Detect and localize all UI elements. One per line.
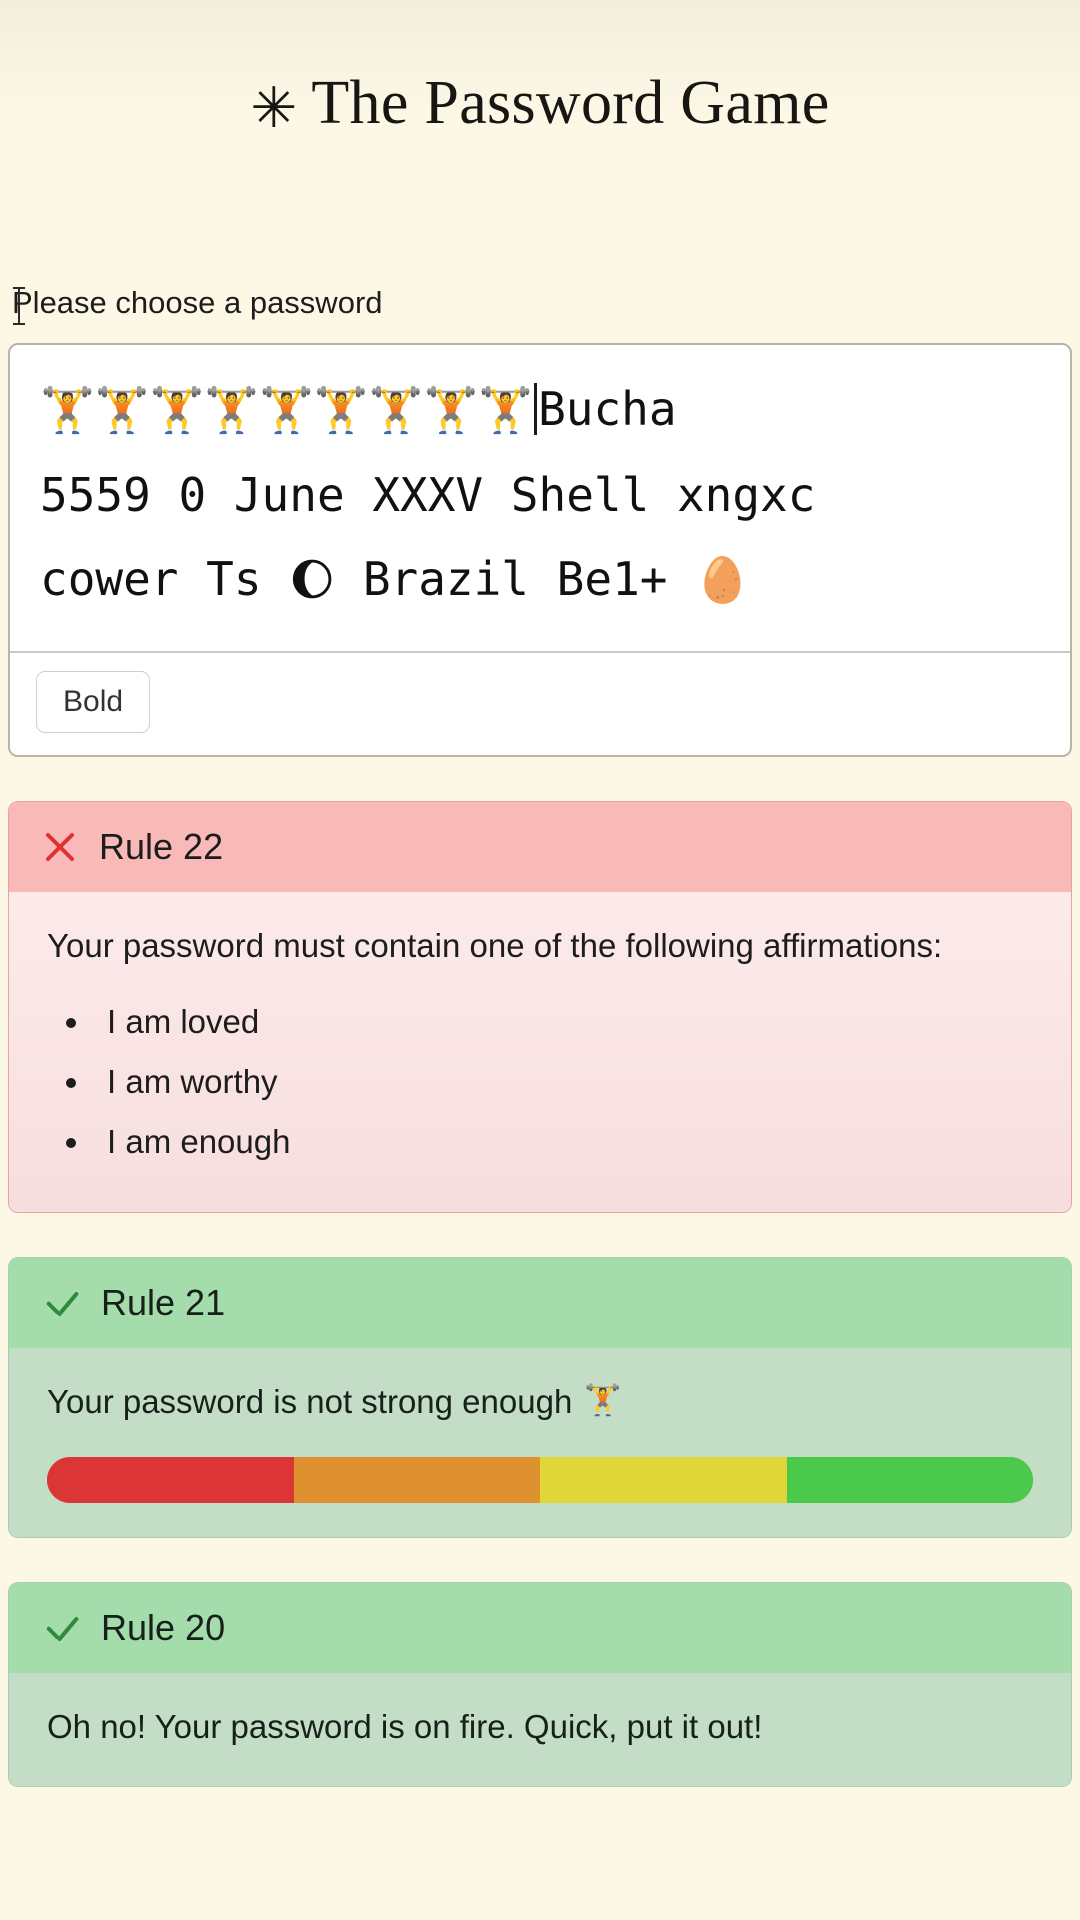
list-item: I am loved: [93, 997, 1033, 1047]
strength-segment-strong: [786, 1456, 1033, 1503]
password-input[interactable]: 🏋️🏋️🏋️🏋️🏋️🏋️🏋️🏋️🏋️ Bucha 5559 0 June XXXV…: [10, 345, 1070, 651]
password-line-2: 5559 0 June XXXV Shell xngxc: [40, 468, 816, 522]
strength-segment-fair: [293, 1456, 540, 1503]
rule-22-title: Rule 22: [99, 826, 224, 867]
check-icon: [43, 1610, 79, 1646]
editor-toolbar: Bold: [10, 651, 1070, 755]
affirmations-list: I am loved I am worthy I am enough: [93, 997, 1033, 1167]
rule-22-description: Your password must contain one of the fo…: [47, 927, 943, 964]
rule-20-header: Rule 20: [9, 1582, 1071, 1673]
rule-21-header: Rule 21: [9, 1257, 1071, 1348]
weightlifter-emoji: 🏋️: [584, 1382, 622, 1418]
password-strength-bar: [47, 1456, 1033, 1503]
password-line3-part1: cower Ts: [40, 552, 290, 606]
list-item: I am worthy: [93, 1057, 1033, 1107]
password-line-3: cower Ts 🌔 Brazil Be1+ 🥚: [40, 537, 1040, 623]
rule-card-20: Rule 20 Oh no! Your password is on fire.…: [8, 1581, 1072, 1787]
password-line-1: 🏋️🏋️🏋️🏋️🏋️🏋️🏋️🏋️🏋️ Bucha: [40, 367, 1040, 453]
rule-20-title: Rule 20: [101, 1606, 226, 1648]
password-word-bucha: Bucha: [538, 382, 677, 436]
page-title-text: The Password Game: [311, 69, 830, 137]
bold-button[interactable]: Bold: [36, 671, 151, 733]
check-icon: [43, 1285, 79, 1321]
password-game-page: ✳ The Password Game Please choose a passw…: [0, 0, 1080, 1787]
rule-22-header: Rule 22: [9, 802, 1071, 892]
text-cursor-icon: [13, 287, 25, 325]
asterisk-icon: ✳: [250, 76, 298, 141]
strength-segment-good: [540, 1456, 787, 1503]
page-title: ✳ The Password Game: [8, 0, 1072, 141]
password-prompt-text: Please choose a password: [12, 285, 383, 320]
moon-emoji: 🌔: [289, 555, 336, 606]
list-item: I am enough: [93, 1117, 1033, 1167]
rule-22-body: Your password must contain one of the fo…: [9, 892, 1071, 1212]
strength-segment-weak: [47, 1456, 294, 1503]
rule-20-body: Oh no! Your password is on fire. Quick, …: [9, 1672, 1071, 1786]
weightlifter-emoji-row: 🏋️🏋️🏋️🏋️🏋️🏋️🏋️🏋️🏋️: [40, 385, 534, 436]
password-prompt-label: Please choose a password: [12, 285, 1072, 325]
password-editor[interactable]: 🏋️🏋️🏋️🏋️🏋️🏋️🏋️🏋️🏋️ Bucha 5559 0 June XXXV…: [8, 343, 1072, 757]
text-caret: [534, 383, 538, 435]
rule-21-body: Your password is not strong enough 🏋️: [9, 1347, 1071, 1537]
rule-21-title: Rule 21: [101, 1281, 226, 1323]
egg-emoji: 🥚: [695, 555, 750, 606]
rule-20-description: Oh no! Your password is on fire. Quick, …: [47, 1707, 763, 1745]
rule-21-description-row: Your password is not strong enough 🏋️: [47, 1376, 1033, 1427]
password-line3-part2: Brazil Be1+: [335, 552, 696, 606]
rule-21-description: Your password is not strong enough: [47, 1382, 573, 1420]
x-icon: [43, 830, 77, 864]
rule-card-22: Rule 22 Your password must contain one o…: [8, 801, 1072, 1213]
rule-card-21: Rule 21 Your password is not strong enou…: [8, 1256, 1072, 1538]
